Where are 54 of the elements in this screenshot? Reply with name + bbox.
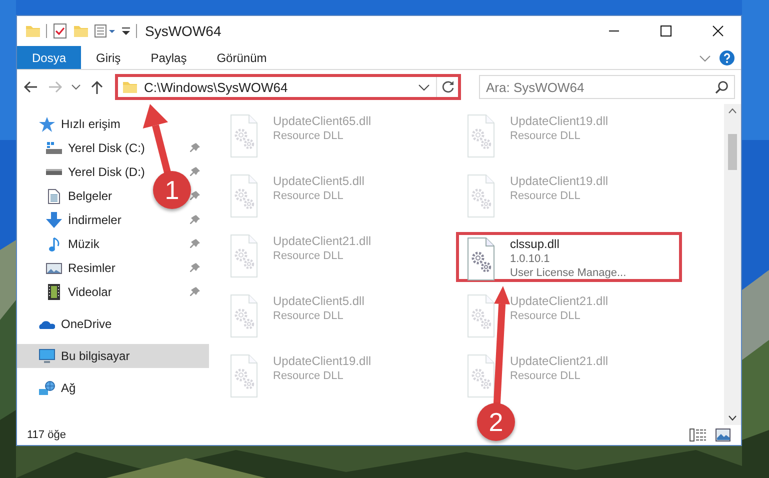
pin-icon[interactable] — [189, 214, 201, 226]
monitor-icon[interactable] — [39, 349, 55, 363]
ribbon-tab[interactable]: Görünüm — [202, 46, 282, 69]
up-button[interactable] — [89, 79, 105, 95]
sidebar-item[interactable]: Belgeler — [68, 189, 112, 203]
ribbon-tab[interactable]: Paylaş — [136, 46, 202, 69]
sidebar-item[interactable]: Yerel Disk (D:) — [68, 165, 145, 179]
address-bar[interactable]: C:\Windows\SysWOW64 — [115, 74, 461, 100]
pin-icon[interactable] — [189, 262, 201, 274]
large-icons-view-icon[interactable] — [715, 428, 731, 442]
refresh-icon[interactable] — [440, 80, 454, 94]
sidebar-item[interactable]: İndirmeler — [68, 213, 122, 227]
pin-icon[interactable] — [189, 286, 201, 298]
help-icon[interactable] — [719, 50, 735, 66]
pin-icon[interactable] — [189, 190, 201, 202]
film-icon[interactable] — [48, 284, 60, 300]
ribbon-tab[interactable]: Giriş — [81, 46, 136, 69]
sidebar-item[interactable]: Müzik — [68, 237, 100, 251]
sidebar-item[interactable]: Yerel Disk (C:) — [68, 141, 145, 155]
folder-icon — [122, 79, 138, 95]
properties-icon[interactable] — [94, 23, 116, 39]
close-icon — [712, 25, 724, 37]
search-icon[interactable] — [715, 80, 729, 94]
sidebar-item[interactable]: OneDrive — [61, 317, 112, 331]
drive-icon[interactable] — [46, 169, 62, 175]
music-note-icon[interactable] — [48, 236, 60, 252]
file-item[interactable]: clssup.dll 1.0.10.1 User License Manage... — [456, 232, 682, 282]
checklist-icon[interactable] — [52, 23, 68, 39]
sidebar-item[interactable]: Ağ — [61, 381, 76, 395]
scroll-down-icon[interactable] — [728, 415, 737, 421]
maximize-icon — [660, 25, 672, 37]
sidebar-item[interactable]: Resimler — [68, 261, 116, 275]
pin-icon[interactable] — [189, 166, 201, 178]
scroll-thumb[interactable] — [728, 134, 737, 170]
back-button[interactable] — [23, 79, 39, 95]
pin-icon[interactable] — [189, 142, 201, 154]
cloud-icon[interactable] — [39, 320, 55, 328]
details-view-icon[interactable] — [689, 428, 707, 442]
drive-icon[interactable] — [46, 142, 62, 154]
sidebar-item[interactable]: Bu bilgisayar — [61, 349, 130, 363]
pin-icon[interactable] — [189, 238, 201, 250]
scroll-up-icon[interactable] — [728, 108, 737, 114]
document-icon[interactable] — [48, 188, 60, 204]
star-icon[interactable] — [39, 116, 55, 132]
network-globe-icon[interactable] — [39, 381, 55, 395]
sidebar-item[interactable]: Hızlı erişim — [61, 117, 120, 131]
ribbon-tab[interactable]: Dosya — [17, 46, 82, 69]
item-count: 117 öğe — [27, 429, 66, 441]
image-icon[interactable] — [46, 262, 62, 274]
search-field[interactable]: Ara: SysWOW64 — [479, 75, 735, 99]
sidebar-item[interactable]: Videolar — [68, 285, 112, 299]
download-arrow-icon[interactable] — [46, 212, 62, 228]
window-title: SysWOW64 — [145, 23, 222, 39]
scrollbar[interactable] — [724, 104, 741, 425]
